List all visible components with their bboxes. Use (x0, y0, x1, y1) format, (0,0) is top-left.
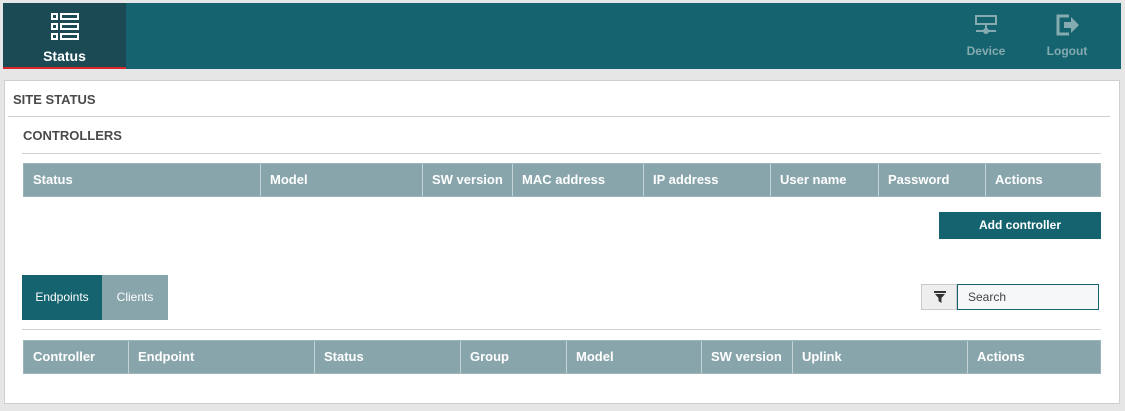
column-header[interactable]: Endpoint (128, 341, 314, 373)
divider (8, 116, 1110, 117)
column-header[interactable]: Model (260, 164, 422, 196)
column-header: Actions (985, 164, 1100, 196)
site-status-panel: SITE STATUS CONTROLLERS Status Model SW … (4, 80, 1120, 404)
column-header[interactable]: Status (314, 341, 460, 373)
add-controller-button[interactable]: Add controller (939, 212, 1101, 239)
column-header[interactable]: Controller (24, 341, 128, 373)
nav-status-tab[interactable]: Status (3, 3, 126, 69)
nav-device-label: Device (966, 44, 1006, 58)
list-icon (50, 12, 80, 47)
divider (22, 329, 1101, 330)
top-nav-bar: Status Device Logout (3, 3, 1121, 69)
column-header[interactable]: SW version (701, 341, 792, 373)
logout-icon (1055, 14, 1081, 41)
column-header[interactable]: IP address (643, 164, 770, 196)
column-header[interactable]: User name (770, 164, 878, 196)
tab-endpoints[interactable]: Endpoints (22, 275, 102, 320)
column-header[interactable]: Uplink (792, 341, 967, 373)
column-header: Actions (967, 341, 1100, 373)
search-input[interactable] (957, 284, 1099, 310)
network-device-icon (974, 14, 998, 41)
nav-status-label: Status (43, 48, 86, 64)
column-header[interactable]: Password (878, 164, 985, 196)
tab-clients[interactable]: Clients (102, 275, 168, 320)
column-header[interactable]: MAC address (512, 164, 643, 196)
filter-button[interactable] (921, 284, 957, 310)
controllers-table-header: Status Model SW version MAC address IP a… (23, 163, 1101, 197)
filter-icon (934, 291, 946, 303)
controllers-section-title: CONTROLLERS (23, 128, 122, 143)
nav-logout-tab[interactable]: Logout (1032, 3, 1102, 69)
column-header[interactable]: Model (566, 341, 701, 373)
column-header[interactable]: Status (24, 164, 260, 196)
column-header[interactable]: Group (460, 341, 566, 373)
page-title: SITE STATUS (13, 92, 96, 107)
column-header[interactable]: SW version (422, 164, 512, 196)
endpoints-table-header: Controller Endpoint Status Group Model S… (23, 340, 1101, 374)
nav-logout-label: Logout (1046, 44, 1088, 58)
divider (22, 153, 1101, 154)
nav-device-tab[interactable]: Device (951, 3, 1021, 69)
